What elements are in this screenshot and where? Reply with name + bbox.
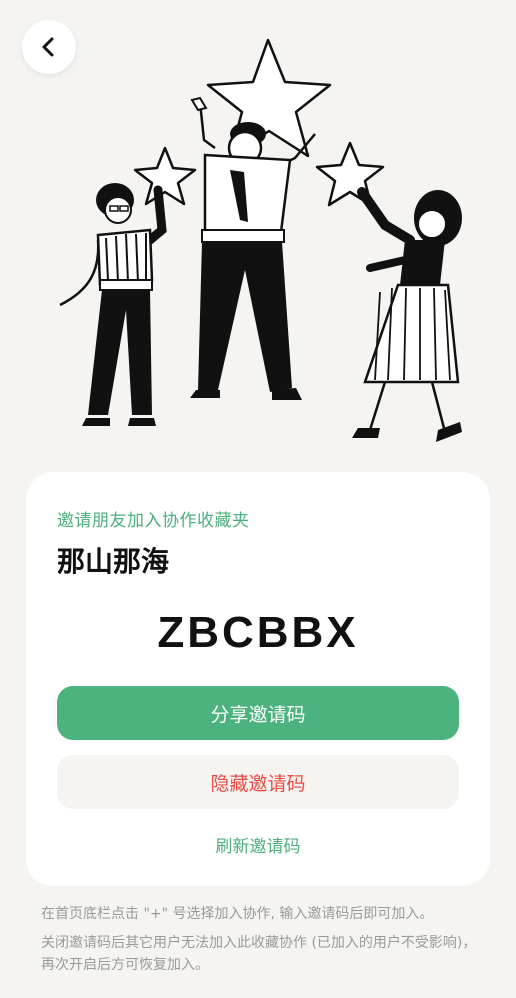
help-note: 在首页底栏点击 "+" 号选择加入协作, 输入邀请码后即可加入。 [41,906,434,922]
card-subtitle: 邀请朋友加入协作收藏夹 [57,511,250,531]
collection-title: 那山那海 [57,545,170,578]
left-person [59,183,167,426]
help-note: 关闭邀请码后其它用户无法加入此收藏协作 (已加入的用户不受影响)，再次开启后方可… [41,935,477,973]
hero-illustration [40,30,480,450]
refresh-invite-code-link[interactable]: 刷新邀请码 [26,832,490,857]
star-icon [133,146,197,206]
star-icon [315,141,385,207]
share-invite-code-button[interactable]: 分享邀请码 [57,686,459,740]
hide-invite-code-button[interactable]: 隐藏邀请码 [57,755,459,809]
right-person [352,187,462,442]
invite-card: 邀请朋友加入协作收藏夹 那山那海 ZBCBBX 分享邀请码 隐藏邀请码 刷新邀请… [26,472,490,886]
invite-code[interactable]: ZBCBBX [26,608,490,658]
